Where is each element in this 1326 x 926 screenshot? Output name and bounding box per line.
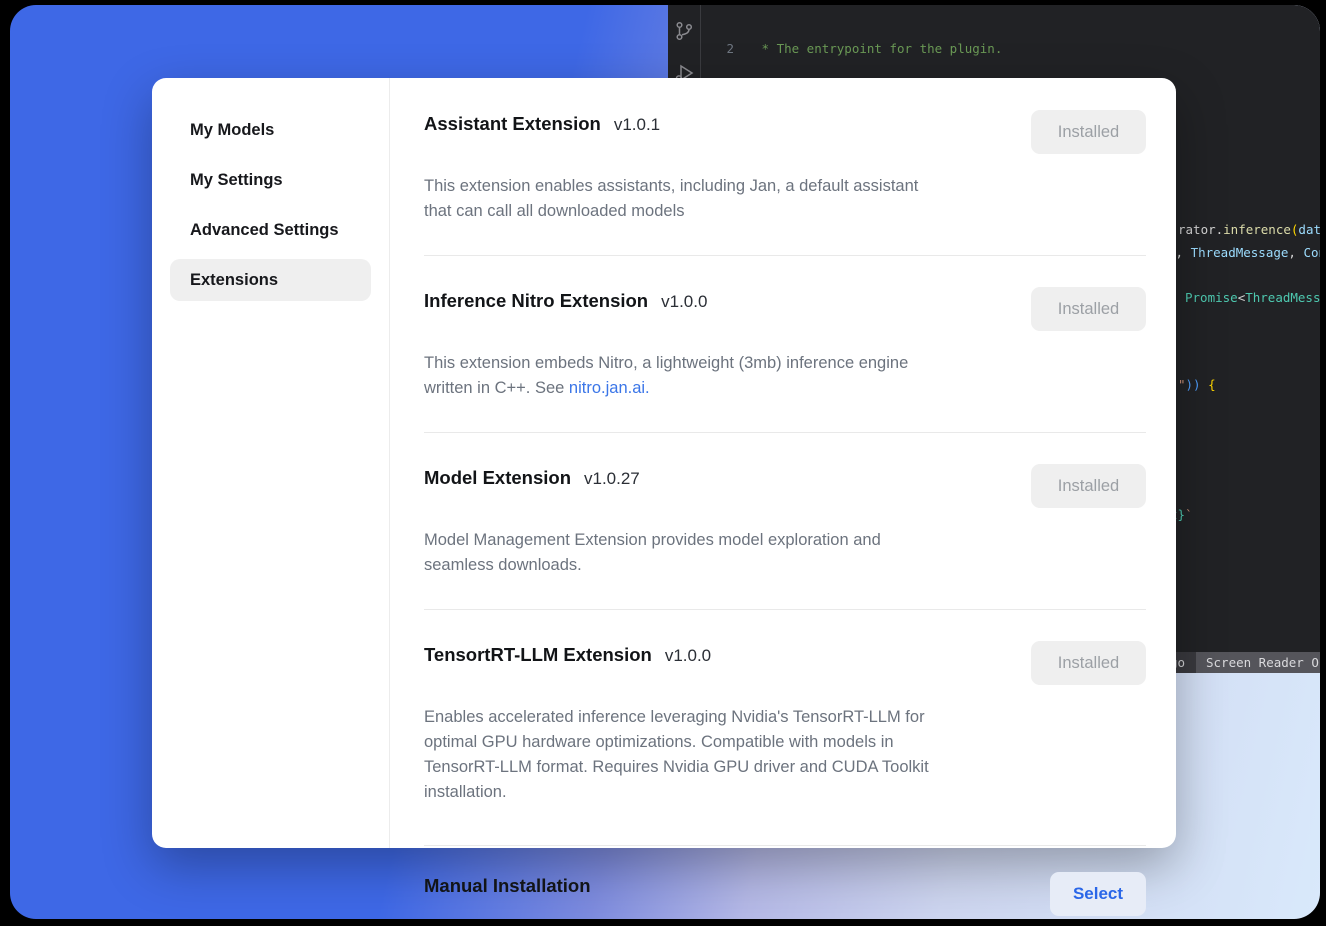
extension-version: v1.0.0 <box>661 292 707 311</box>
settings-sidebar: My Models My Settings Advanced Settings … <box>152 78 390 848</box>
screen-reader-status-item[interactable]: Screen Reader Optimize <box>1196 652 1320 673</box>
settings-modal: My Models My Settings Advanced Settings … <box>152 78 1176 848</box>
extension-title-text: Manual Installation <box>424 875 591 896</box>
extension-title-text: Assistant Extension <box>424 113 601 134</box>
extension-version: v1.0.1 <box>614 115 660 134</box>
extension-version: v1.0.27 <box>584 469 640 488</box>
code-text: * The entrypoint for the plugin. <box>754 40 1002 57</box>
desktop-window: 2 * The entrypoint for the plugin. 3 */ … <box>10 5 1320 919</box>
extension-row-tensorrt-llm: TensortRT-LLM Extension v1.0.0 Enables ac… <box>424 610 1146 846</box>
description-text: Model Management Extension provides mode… <box>424 531 881 574</box>
extension-title-text: Inference Nitro Extension <box>424 290 648 311</box>
line-number: 2 <box>704 40 734 57</box>
extensions-panel: Assistant Extension v1.0.1 This extension… <box>390 78 1176 848</box>
manual-installation-title: Manual Installation <box>424 874 1146 898</box>
manual-installation-description: Select an extension file to install (.tg… <box>424 912 1146 919</box>
extension-description: Enables accelerated inference leveraging… <box>424 680 1004 805</box>
sidebar-item-my-settings[interactable]: My Settings <box>170 159 371 201</box>
sidebar-item-extensions[interactable]: Extensions <box>170 259 371 301</box>
code-fragment: Promise<ThreadMessage> <box>1185 290 1320 305</box>
extension-row-inference-nitro: Inference Nitro Extension v1.0.0 This ext… <box>424 256 1146 433</box>
code-line: 2 * The entrypoint for the plugin. <box>704 40 1320 57</box>
installed-button[interactable]: Installed <box>1031 287 1146 331</box>
code-fragment: rator.inference(data)); <box>1178 222 1320 237</box>
extension-description: This extension enables assistants, inclu… <box>424 149 1004 224</box>
description-text: Enables accelerated inference leveraging… <box>424 708 929 801</box>
sidebar-item-advanced-settings[interactable]: Advanced Settings <box>170 209 371 251</box>
extension-row-model: Model Extension v1.0.27 Model Management … <box>424 433 1146 610</box>
extension-description: This extension embeds Nitro, a lightweig… <box>424 326 1004 401</box>
extension-description: Model Management Extension provides mode… <box>424 503 1004 578</box>
code-fragment: ")) { <box>1178 377 1216 392</box>
extension-title-text: TensortRT-LLM Extension <box>424 644 652 665</box>
description-text: This extension embeds Nitro, a lightweig… <box>424 354 908 397</box>
extension-row-assistant: Assistant Extension v1.0.1 This extension… <box>424 112 1146 256</box>
description-text: This extension enables assistants, inclu… <box>424 177 918 220</box>
installed-button[interactable]: Installed <box>1031 110 1146 154</box>
extension-title-text: Model Extension <box>424 467 571 488</box>
installed-button[interactable]: Installed <box>1031 641 1146 685</box>
source-control-icon[interactable] <box>672 19 696 43</box>
nitro-link[interactable]: nitro.jan.ai. <box>569 379 650 397</box>
manual-installation-row: Manual Installation Select an extension … <box>424 846 1146 919</box>
sidebar-item-my-models[interactable]: My Models <box>170 109 371 151</box>
installed-button[interactable]: Installed <box>1031 464 1146 508</box>
select-file-button[interactable]: Select <box>1050 872 1146 916</box>
extension-version: v1.0.0 <box>665 646 711 665</box>
